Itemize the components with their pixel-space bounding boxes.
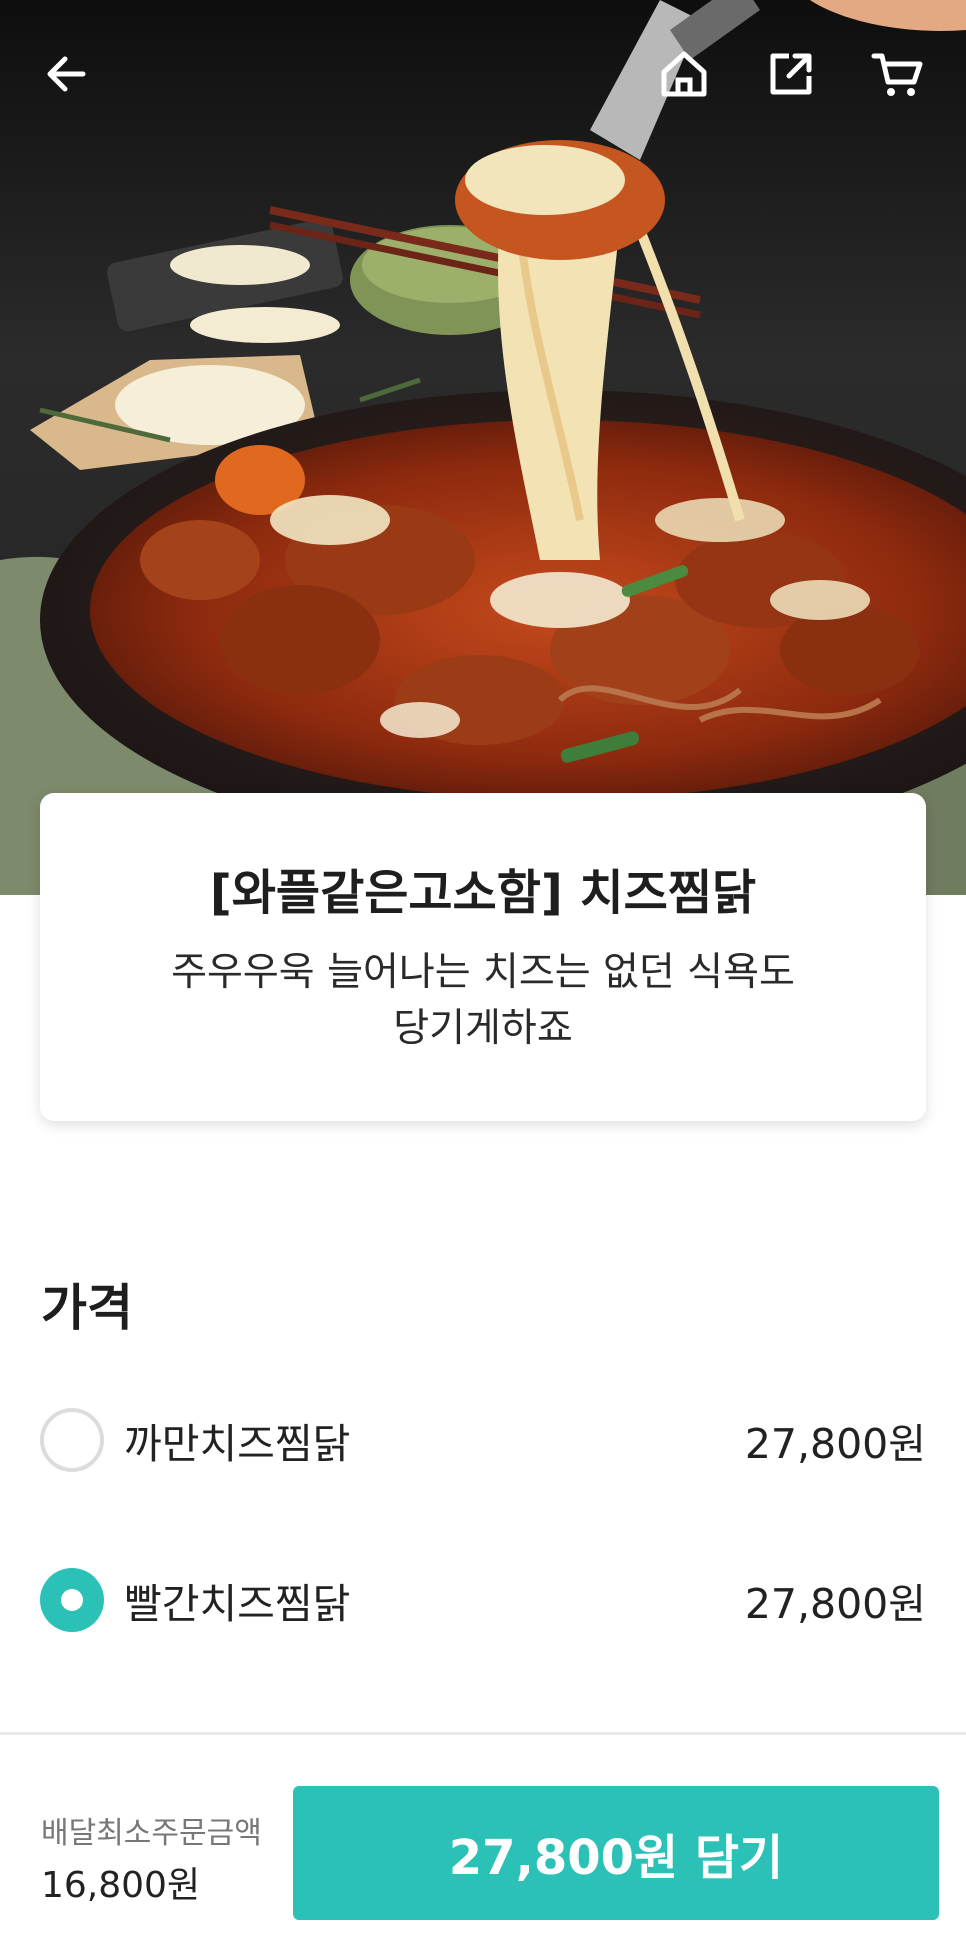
add-to-cart-button[interactable]: 27,800원 담기 [293,1786,939,1920]
home-button[interactable] [644,34,724,114]
back-button[interactable] [27,34,107,114]
min-order-label: 배달최소주문금액 [41,1816,262,1851]
option-price: 27,800원 [744,1420,926,1468]
product-description: 주우우욱 늘어나는 치즈는 없던 식욕도 당기게하죠 [171,950,795,1051]
option-price: 27,800원 [744,1580,926,1628]
product-title: [와플같은고소함] 치즈찜닭 [209,865,757,921]
min-order-value: 16,800원 [41,1865,201,1906]
product-info-card: [와플같은고소함] 치즈찜닭 주우우욱 늘어나는 치즈는 없던 식욕도 당기게하… [40,793,926,1121]
share-icon [770,53,812,95]
price-section-title: 가격 [41,1279,133,1337]
cart-icon [871,53,923,96]
radio-button-unselected[interactable] [40,1408,104,1472]
share-button[interactable] [751,34,831,114]
product-detail-screen: [와플같은고소함] 치즈찜닭 주우우욱 늘어나는 치즈는 없던 식욕도 당기게하… [0,0,966,1948]
option-name: 까만치즈찜닭 [124,1420,351,1468]
price-option-red-cheese[interactable]: 빨간치즈찜닭 27,800원 [40,1560,926,1640]
arrow-left-icon [47,56,86,92]
top-navigation-bar [0,0,966,150]
product-image [0,0,966,895]
radio-button-selected[interactable] [40,1568,104,1632]
price-option-black-cheese[interactable]: 까만치즈찜닭 27,800원 [40,1400,926,1480]
order-bottom-bar: 배달최소주문금액 16,800원 27,800원 담기 [0,1760,966,1948]
radio-dot [61,1589,83,1611]
cart-button[interactable] [858,34,938,114]
home-icon [661,51,707,97]
footer-divider [0,1732,966,1735]
option-name: 빨간치즈찜닭 [124,1580,351,1628]
